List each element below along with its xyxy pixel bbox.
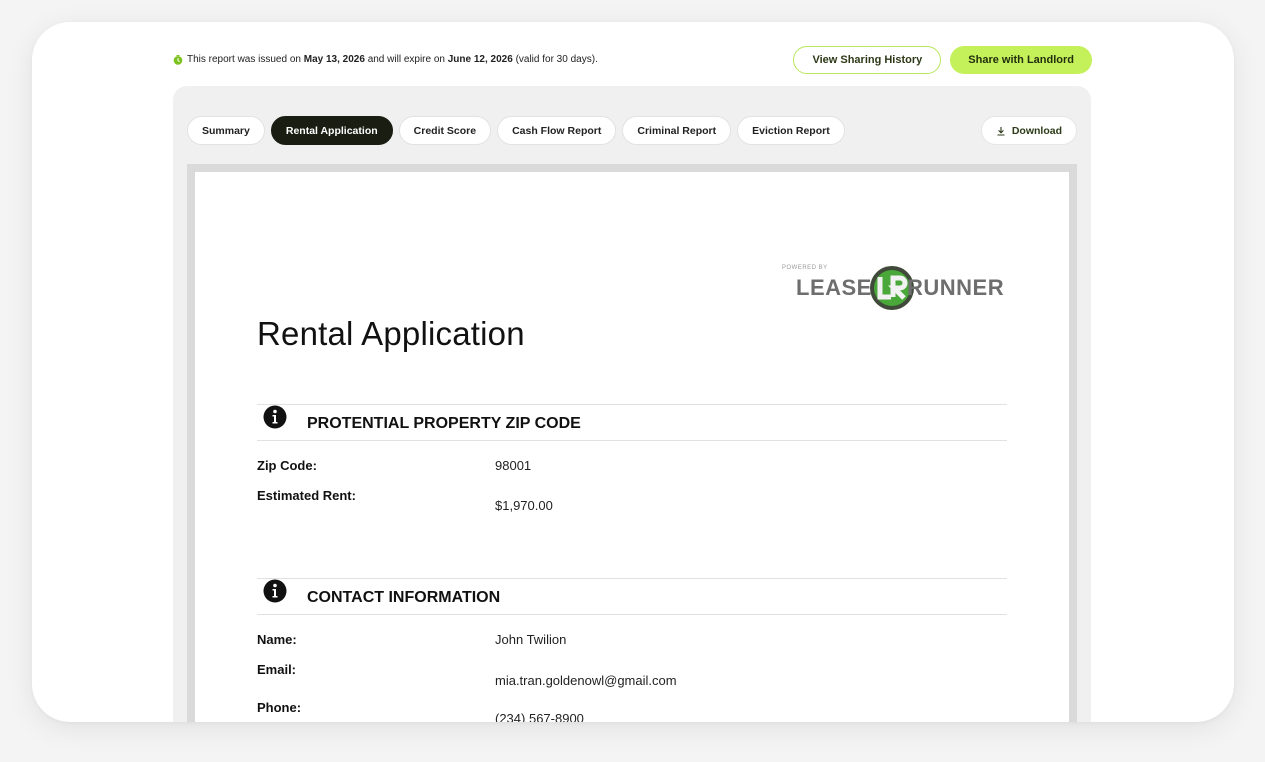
report-validity-notice: This report was issued on May 13, 2026 a… [173, 54, 598, 65]
report-card: This report was issued on May 13, 2026 a… [32, 22, 1234, 722]
section-header: PROTENTIAL PROPERTY ZIP CODE [257, 404, 1007, 441]
notice-suffix: (valid for 30 days). [515, 54, 598, 65]
report-panel: Summary Rental Application Credit Score … [173, 86, 1091, 722]
field-value: John Twilion [495, 632, 567, 647]
download-icon [996, 126, 1006, 136]
info-icon [263, 405, 287, 429]
field-label: Name: [257, 632, 297, 647]
tab-rental-application[interactable]: Rental Application [270, 116, 393, 145]
field-label: Estimated Rent: [257, 488, 356, 503]
share-with-landlord-button[interactable]: Share with Landlord [950, 46, 1092, 74]
field-value: 98001 [495, 458, 532, 473]
logo-powered-by: POWERED BY [782, 265, 828, 271]
notice-prefix: This report was issued on [187, 54, 301, 65]
report-tabs: Summary Rental Application Credit Score … [187, 116, 845, 145]
field-label: Zip Code: [257, 458, 317, 473]
clock-icon [173, 54, 183, 65]
section-title: CONTACT INFORMATION [307, 589, 501, 606]
field-label: Phone: [257, 700, 302, 715]
logo-runner-text: RUNNER [907, 275, 1005, 300]
field-label: Email: [257, 662, 297, 677]
leaserunner-logo: POWERED BY LEASE RUNNER [782, 265, 1010, 315]
contact-section: CONTACT INFORMATION Name: John Twilion E… [257, 578, 1007, 722]
view-sharing-history-button[interactable]: View Sharing History [793, 46, 942, 74]
document-page: POWERED BY LEASE RUNNER Rental Applicati… [195, 172, 1069, 722]
document-viewer[interactable]: POWERED BY LEASE RUNNER Rental Applicati… [187, 164, 1077, 722]
document-title: Rental Application [257, 315, 525, 352]
top-actions: View Sharing History Share with Landlord [793, 46, 1092, 74]
download-label: Download [1011, 124, 1062, 137]
tab-eviction-report[interactable]: Eviction Report [737, 116, 845, 145]
zip-code-section: PROTENTIAL PROPERTY ZIP CODE Zip Code: 9… [257, 404, 1007, 513]
tab-criminal-report[interactable]: Criminal Report [622, 116, 732, 145]
tab-credit-score[interactable]: Credit Score [398, 116, 492, 145]
info-icon [263, 579, 287, 603]
issued-date: May 13, 2026 [303, 54, 365, 65]
field-value: mia.tran.goldenowl@gmail.com [495, 673, 677, 688]
download-button[interactable]: Download [980, 116, 1077, 145]
expiry-date: June 12, 2026 [447, 54, 513, 65]
logo-lease-text: LEASE [796, 275, 872, 300]
section-header: CONTACT INFORMATION [257, 578, 1007, 615]
field-value: (234) 567-8900 [495, 711, 584, 722]
tab-summary[interactable]: Summary [187, 116, 265, 145]
tab-cash-flow-report[interactable]: Cash Flow Report [497, 116, 617, 145]
section-title: PROTENTIAL PROPERTY ZIP CODE [307, 415, 581, 432]
notice-middle: and will expire on [367, 54, 445, 65]
field-value: $1,970.00 [495, 498, 553, 513]
